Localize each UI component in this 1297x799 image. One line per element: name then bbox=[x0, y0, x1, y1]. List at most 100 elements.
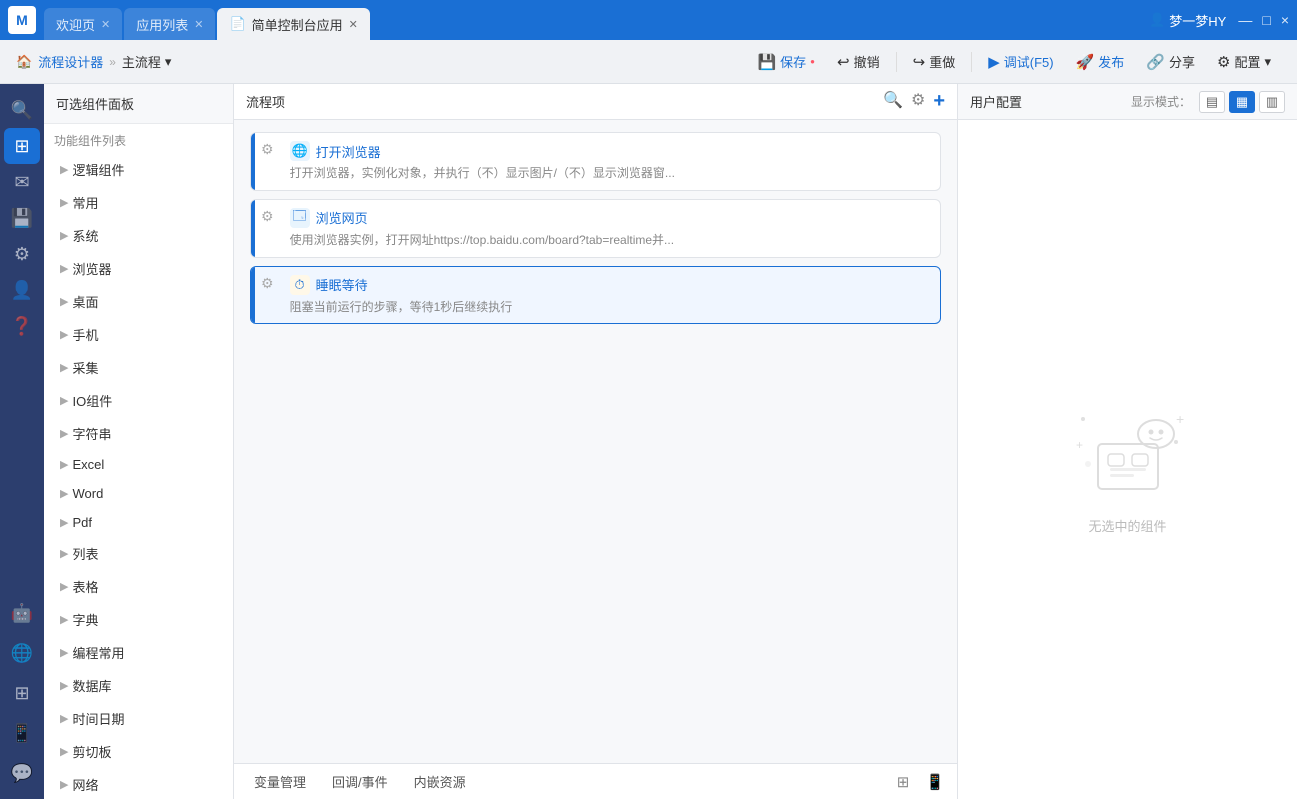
panel-item-table[interactable]: ▶表格 bbox=[44, 570, 233, 603]
panel-section-title: 功能组件列表 bbox=[44, 124, 233, 153]
footer-tab-var-mgmt[interactable]: 变量管理 bbox=[242, 768, 318, 795]
debug-button[interactable]: ▶调试(F5) bbox=[978, 47, 1063, 76]
tab-close-welcome[interactable]: ✕ bbox=[101, 18, 110, 31]
windows-icon[interactable]: ⊞ bbox=[889, 768, 917, 796]
arrow-io: ▶ bbox=[60, 394, 68, 407]
flow-add-icon[interactable]: + bbox=[933, 90, 945, 113]
tab-label-welcome: 欢迎页 bbox=[56, 15, 95, 34]
arrow-list: ▶ bbox=[60, 547, 68, 560]
sidebar-bottom-mobile[interactable]: 📱 bbox=[4, 715, 40, 751]
panel-item-io[interactable]: ▶IO组件 bbox=[44, 384, 233, 417]
panel-item-network[interactable]: ▶网络 bbox=[44, 768, 233, 799]
label-common: 常用 bbox=[72, 193, 221, 212]
tab-label-app-list: 应用列表 bbox=[136, 15, 188, 34]
sidebar-icon-mail[interactable]: ✉ bbox=[4, 164, 40, 200]
panel-item-string[interactable]: ▶字符串 bbox=[44, 417, 233, 450]
flow-item-open-browser[interactable]: ⚙ 🌐 打开浏览器 打开浏览器，实例化对象，并执行（不）显示图片/（不）显示浏览… bbox=[250, 132, 941, 191]
flow-footer-right: ⊞ 📱 bbox=[889, 768, 949, 796]
panel-item-dict[interactable]: ▶字典 bbox=[44, 603, 233, 636]
label-list: 列表 bbox=[72, 544, 221, 563]
flow-item-body-sleep: ⏱ 睡眠等待 阻塞当前运行的步骤，等待1秒后继续执行 bbox=[280, 267, 940, 324]
panel-item-browser[interactable]: ▶ 浏览器 bbox=[44, 252, 233, 285]
arrow-coding: ▶ bbox=[60, 646, 68, 659]
footer-tab-embedded[interactable]: 内嵌资源 bbox=[402, 768, 478, 795]
sidebar-icon-settings2[interactable]: ⚙ bbox=[4, 236, 40, 272]
panel-item-collect[interactable]: ▶采集 bbox=[44, 351, 233, 384]
tab-app-list[interactable]: 应用列表 ✕ bbox=[124, 8, 215, 40]
save-button[interactable]: 💾保存● bbox=[747, 47, 825, 76]
redo-button[interactable]: ↪重做 bbox=[903, 47, 966, 76]
sidebar-icon-grid[interactable]: ⊞ bbox=[4, 128, 40, 164]
sidebar-bottom-robot[interactable]: 🤖 bbox=[4, 595, 40, 631]
undo-button[interactable]: ↩撤销 bbox=[827, 47, 890, 76]
label-string: 字符串 bbox=[72, 424, 221, 443]
panel-item-clipboard[interactable]: ▶剪切板 bbox=[44, 735, 233, 768]
breadcrumb-designer[interactable]: 流程设计器 bbox=[38, 52, 103, 71]
debug-label: 调试(F5) bbox=[1004, 52, 1054, 71]
user-info[interactable]: 👤 梦一梦HY bbox=[1149, 11, 1226, 30]
share-button[interactable]: 🔗分享 bbox=[1136, 47, 1205, 76]
flow-header: 流程项 🔍 ⚙ + bbox=[234, 84, 957, 120]
panel-item-common[interactable]: ▶常用 bbox=[44, 186, 233, 219]
tab-close-simple-app[interactable]: ✕ bbox=[349, 18, 358, 31]
flow-header-title: 流程项 bbox=[246, 92, 875, 111]
tab-icon-simple-app: 📄 bbox=[229, 16, 245, 32]
close-button[interactable]: × bbox=[1281, 12, 1289, 28]
flow-item-connector-open-browser: ⚙ bbox=[255, 133, 280, 190]
minimize-button[interactable]: — bbox=[1238, 12, 1252, 28]
breadcrumb-current[interactable]: 主流程 ▾ bbox=[122, 52, 172, 71]
breadcrumb-home-icon: 🏠 bbox=[16, 54, 32, 70]
label-collect: 采集 bbox=[72, 358, 221, 377]
undo-icon: ↩ bbox=[837, 53, 850, 71]
flow-item-browse-page[interactable]: ⚙ 🗔 浏览网页 使用浏览器实例，打开网址https://top.baidu.c… bbox=[250, 199, 941, 258]
empty-illustration: + + bbox=[1068, 384, 1188, 504]
flow-item-icon-open-browser: 🌐 bbox=[290, 141, 310, 161]
sidebar-icon-search[interactable]: 🔍 bbox=[4, 92, 40, 128]
mode-btn-mode1[interactable]: ▤ bbox=[1199, 91, 1225, 113]
panel-item-logic[interactable]: ▶逻辑组件 bbox=[44, 153, 233, 186]
mobile-icon[interactable]: 📱 bbox=[921, 768, 949, 796]
sidebar-icon-user[interactable]: 👤 bbox=[4, 272, 40, 308]
panel-item-word[interactable]: ▶Word bbox=[44, 479, 233, 508]
panel-item-list[interactable]: ▶ 列表 bbox=[44, 537, 233, 570]
panel-item-pdf[interactable]: ▶Pdf bbox=[44, 508, 233, 537]
sidebar-icon-save2[interactable]: 💾 bbox=[4, 200, 40, 236]
panel-item-datetime[interactable]: ▶时间日期 bbox=[44, 702, 233, 735]
mode-btn-mode2[interactable]: ▦ bbox=[1229, 91, 1255, 113]
tab-simple-app[interactable]: 📄简单控制台应用✕ bbox=[217, 8, 369, 40]
maximize-button[interactable]: □ bbox=[1262, 12, 1270, 28]
label-network: 网络 bbox=[72, 775, 221, 794]
sidebar-bottom-chat[interactable]: 💬 bbox=[4, 755, 40, 791]
breadcrumb-sep: » bbox=[109, 55, 116, 69]
tab-welcome[interactable]: 欢迎页 ✕ bbox=[44, 8, 122, 40]
panel-item-system[interactable]: ▶系统 bbox=[44, 219, 233, 252]
component-panel: 可选组件面板 功能组件列表 ▶逻辑组件▶常用▶系统▶浏览器▶桌面▶手机▶采集▶I… bbox=[44, 84, 234, 799]
arrow-browser: ▶ bbox=[60, 262, 68, 275]
sidebar-bottom-windows[interactable]: ⊞ bbox=[4, 675, 40, 711]
flow-item-desc-sleep: 阻塞当前运行的步骤，等待1秒后继续执行 bbox=[290, 299, 930, 316]
arrow-pdf: ▶ bbox=[60, 516, 68, 529]
mode-btn-mode3[interactable]: ▥ bbox=[1259, 91, 1285, 113]
svg-text:+: + bbox=[1076, 438, 1083, 452]
settings-button[interactable]: ⚙配置▾ bbox=[1207, 47, 1281, 76]
panel-item-desktop[interactable]: ▶桌面 bbox=[44, 285, 233, 318]
panel-item-mobile[interactable]: ▶手机 bbox=[44, 318, 233, 351]
panel-item-coding[interactable]: ▶编程常用 bbox=[44, 636, 233, 669]
publish-button[interactable]: 🚀发布 bbox=[1066, 47, 1135, 76]
settings-label: 配置 bbox=[1234, 52, 1260, 71]
svg-text:+: + bbox=[1176, 411, 1184, 427]
redo-icon: ↪ bbox=[913, 53, 926, 71]
flow-settings-icon[interactable]: ⚙ bbox=[911, 90, 925, 113]
flow-search-icon[interactable]: 🔍 bbox=[883, 90, 903, 113]
main-layout: 🔍⊞✉💾⚙👤❓ 🤖🌐⊞📱💬 可选组件面板 功能组件列表 ▶逻辑组件▶常用▶系统▶… bbox=[0, 84, 1297, 799]
footer-tab-callback[interactable]: 回调/事件 bbox=[320, 768, 400, 795]
panel-item-db[interactable]: ▶数据库 bbox=[44, 669, 233, 702]
tab-close-app-list[interactable]: ✕ bbox=[194, 18, 203, 31]
sidebar-icon-help[interactable]: ❓ bbox=[4, 308, 40, 344]
label-browser: 浏览器 bbox=[72, 259, 221, 278]
flow-item-sleep[interactable]: ⚙ ⏱ 睡眠等待 阻塞当前运行的步骤，等待1秒后继续执行 bbox=[250, 266, 941, 325]
sidebar-bottom-globe[interactable]: 🌐 bbox=[4, 635, 40, 671]
label-db: 数据库 bbox=[72, 676, 221, 695]
flow-item-title-open-browser: 🌐 打开浏览器 bbox=[290, 141, 930, 161]
panel-item-excel[interactable]: ▶Excel bbox=[44, 450, 233, 479]
